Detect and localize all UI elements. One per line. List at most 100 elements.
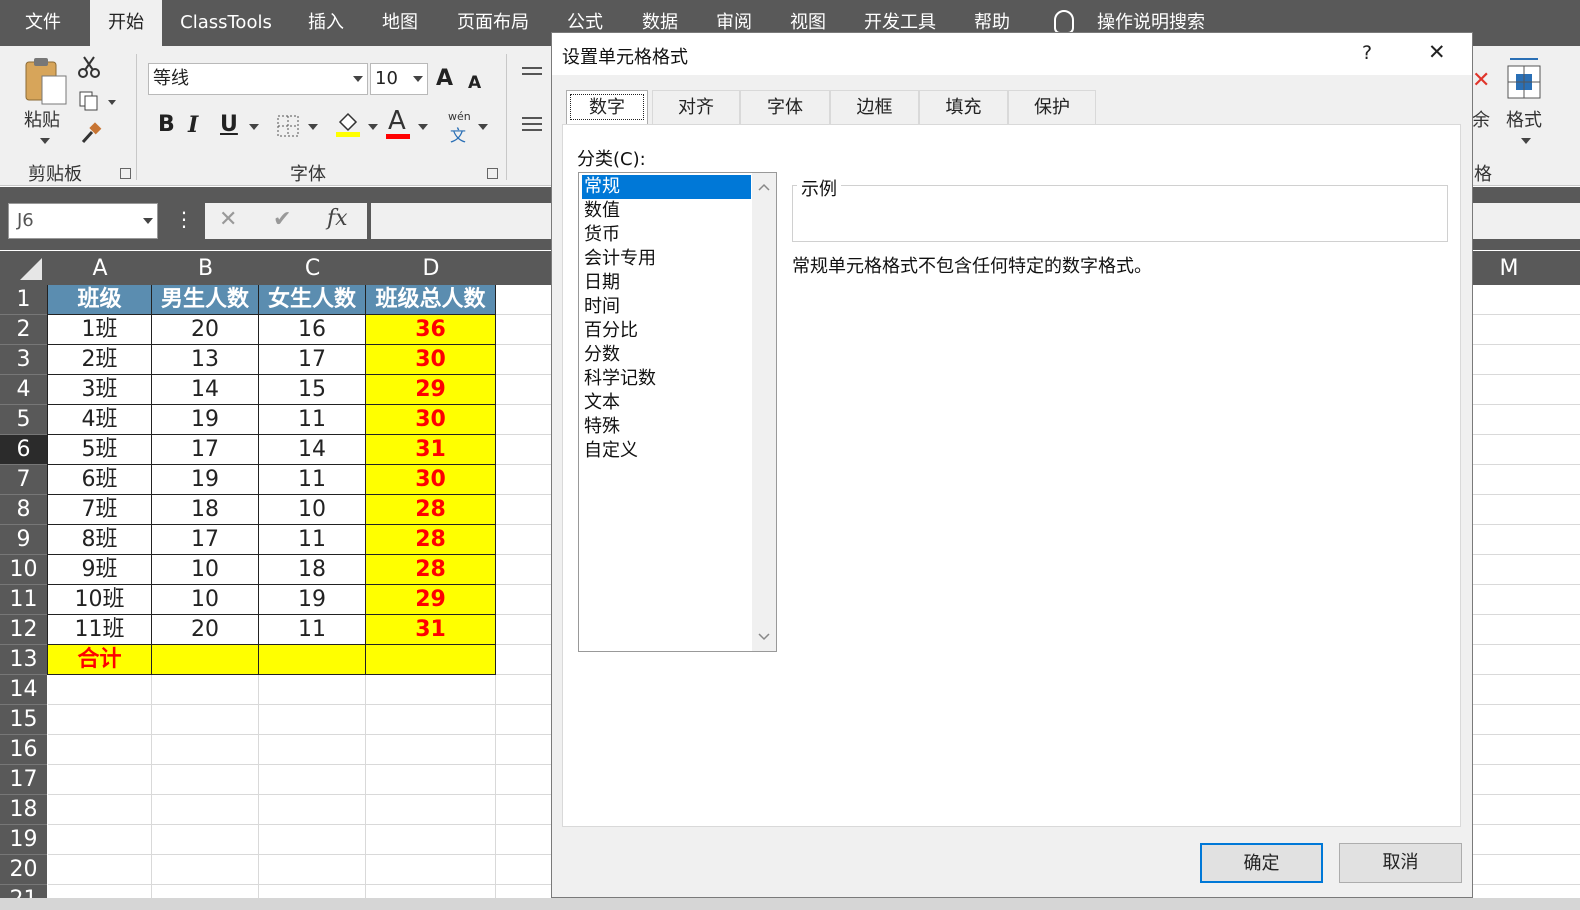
- row-header[interactable]: 19: [0, 825, 47, 855]
- row-header[interactable]: 16: [0, 735, 47, 765]
- table-cell[interactable]: 合计: [48, 645, 152, 675]
- table-cell[interactable]: [366, 645, 496, 675]
- table-cell[interactable]: 2班: [48, 345, 152, 375]
- underline-button[interactable]: U: [220, 112, 238, 138]
- row-header[interactable]: 11: [0, 585, 47, 615]
- table-cell[interactable]: 20: [152, 615, 259, 645]
- table-cell[interactable]: 19: [259, 585, 366, 615]
- tab-font[interactable]: 字体: [740, 90, 830, 124]
- table-cell[interactable]: 28: [366, 525, 496, 555]
- table-cell[interactable]: 16: [259, 315, 366, 345]
- category-item[interactable]: 分数: [582, 343, 751, 367]
- table-cell[interactable]: 14: [259, 435, 366, 465]
- cancel-edit-icon[interactable]: ✕: [219, 207, 237, 232]
- table-cell[interactable]: 3班: [48, 375, 152, 405]
- format-cells-icon[interactable]: [1502, 54, 1546, 102]
- paste-dropdown-icon[interactable]: [40, 138, 50, 144]
- select-all-icon[interactable]: [18, 256, 44, 282]
- table-cell[interactable]: 7班: [48, 495, 152, 525]
- table-cell[interactable]: 班级总人数: [366, 285, 496, 315]
- paste-icon[interactable]: [24, 56, 68, 106]
- table-cell[interactable]: 17: [259, 345, 366, 375]
- table-cell[interactable]: 30: [366, 465, 496, 495]
- borders-dropdown-icon[interactable]: [308, 124, 318, 130]
- insert-function-icon[interactable]: fx: [327, 206, 348, 231]
- table-cell[interactable]: 13: [152, 345, 259, 375]
- table-cell[interactable]: 10班: [48, 585, 152, 615]
- bold-button[interactable]: B: [158, 112, 175, 138]
- font-launcher-icon[interactable]: [487, 168, 498, 179]
- table-cell[interactable]: 29: [366, 585, 496, 615]
- table-cell[interactable]: 11: [259, 405, 366, 435]
- table-cell[interactable]: 10: [152, 555, 259, 585]
- category-item[interactable]: 日期: [582, 271, 751, 295]
- category-item[interactable]: 时间: [582, 295, 751, 319]
- table-cell[interactable]: 6班: [48, 465, 152, 495]
- scroll-up-icon[interactable]: [758, 183, 770, 191]
- table-cell[interactable]: 1班: [48, 315, 152, 345]
- font-color-dropdown-icon[interactable]: [418, 124, 428, 130]
- table-cell[interactable]: 11班: [48, 615, 152, 645]
- column-header-m[interactable]: M: [1474, 251, 1544, 285]
- row-header[interactable]: 18: [0, 795, 47, 825]
- tab-file[interactable]: 文件: [10, 0, 76, 46]
- category-item[interactable]: 货币: [582, 223, 751, 247]
- clipboard-launcher-icon[interactable]: [120, 168, 131, 179]
- copy-icon[interactable]: [78, 90, 118, 112]
- column-header-a[interactable]: A: [48, 251, 152, 285]
- tab-map[interactable]: 地图: [370, 0, 430, 46]
- table-cell[interactable]: 20: [152, 315, 259, 345]
- lightbulb-icon[interactable]: [1054, 10, 1074, 34]
- confirm-edit-icon[interactable]: ✔: [273, 207, 291, 232]
- category-item[interactable]: 百分比: [582, 319, 751, 343]
- paste-label[interactable]: 粘贴: [24, 106, 60, 132]
- row-header[interactable]: 9: [0, 525, 47, 555]
- table-cell[interactable]: 班级: [48, 285, 152, 315]
- italic-button[interactable]: I: [188, 112, 198, 138]
- scroll-down-icon[interactable]: [758, 633, 770, 641]
- help-button[interactable]: ?: [1362, 42, 1372, 64]
- tab-alignment[interactable]: 对齐: [652, 90, 740, 124]
- cancel-button[interactable]: 取消: [1339, 843, 1462, 883]
- cut-icon[interactable]: [78, 56, 100, 78]
- row-header[interactable]: 1: [0, 285, 47, 315]
- row-header[interactable]: 14: [0, 675, 47, 705]
- underline-dropdown-icon[interactable]: [249, 124, 259, 130]
- row-header[interactable]: 5: [0, 405, 47, 435]
- fill-color-icon[interactable]: [334, 110, 362, 138]
- category-item[interactable]: 常规: [582, 175, 751, 199]
- table-cell[interactable]: 11: [259, 525, 366, 555]
- tab-home[interactable]: 开始: [90, 0, 162, 46]
- table-cell[interactable]: 19: [152, 405, 259, 435]
- table-cell[interactable]: 10: [152, 585, 259, 615]
- tab-classtools[interactable]: ClassTools: [170, 0, 282, 46]
- row-header[interactable]: 4: [0, 375, 47, 405]
- category-list[interactable]: 常规 数值 货币 会计专用 日期 时间 百分比 分数 科学记数 文本 特殊 自定义: [578, 172, 777, 652]
- row-header[interactable]: 10: [0, 555, 47, 585]
- table-cell[interactable]: 11: [259, 615, 366, 645]
- table-cell[interactable]: 19: [152, 465, 259, 495]
- row-header[interactable]: 6: [0, 435, 47, 465]
- row-header[interactable]: 17: [0, 765, 47, 795]
- name-box[interactable]: J6: [8, 203, 158, 239]
- format-dropdown-icon[interactable]: [1521, 138, 1531, 144]
- table-cell[interactable]: 17: [152, 435, 259, 465]
- table-cell[interactable]: 8班: [48, 525, 152, 555]
- table-cell[interactable]: 男生人数: [152, 285, 259, 315]
- table-cell[interactable]: 4班: [48, 405, 152, 435]
- table-cell[interactable]: 5班: [48, 435, 152, 465]
- tab-page-layout[interactable]: 页面布局: [446, 0, 540, 46]
- row-header[interactable]: 12: [0, 615, 47, 645]
- table-cell[interactable]: 9班: [48, 555, 152, 585]
- table-cell[interactable]: 29: [366, 375, 496, 405]
- table-cell[interactable]: 31: [366, 435, 496, 465]
- table-cell[interactable]: 31: [366, 615, 496, 645]
- table-cell[interactable]: 36: [366, 315, 496, 345]
- table-cell[interactable]: 30: [366, 405, 496, 435]
- category-item[interactable]: 科学记数: [582, 367, 751, 391]
- tab-border[interactable]: 边框: [830, 90, 919, 124]
- table-cell[interactable]: 14: [152, 375, 259, 405]
- column-header-c[interactable]: C: [259, 251, 366, 285]
- table-cell[interactable]: 15: [259, 375, 366, 405]
- ok-button[interactable]: 确定: [1200, 843, 1323, 883]
